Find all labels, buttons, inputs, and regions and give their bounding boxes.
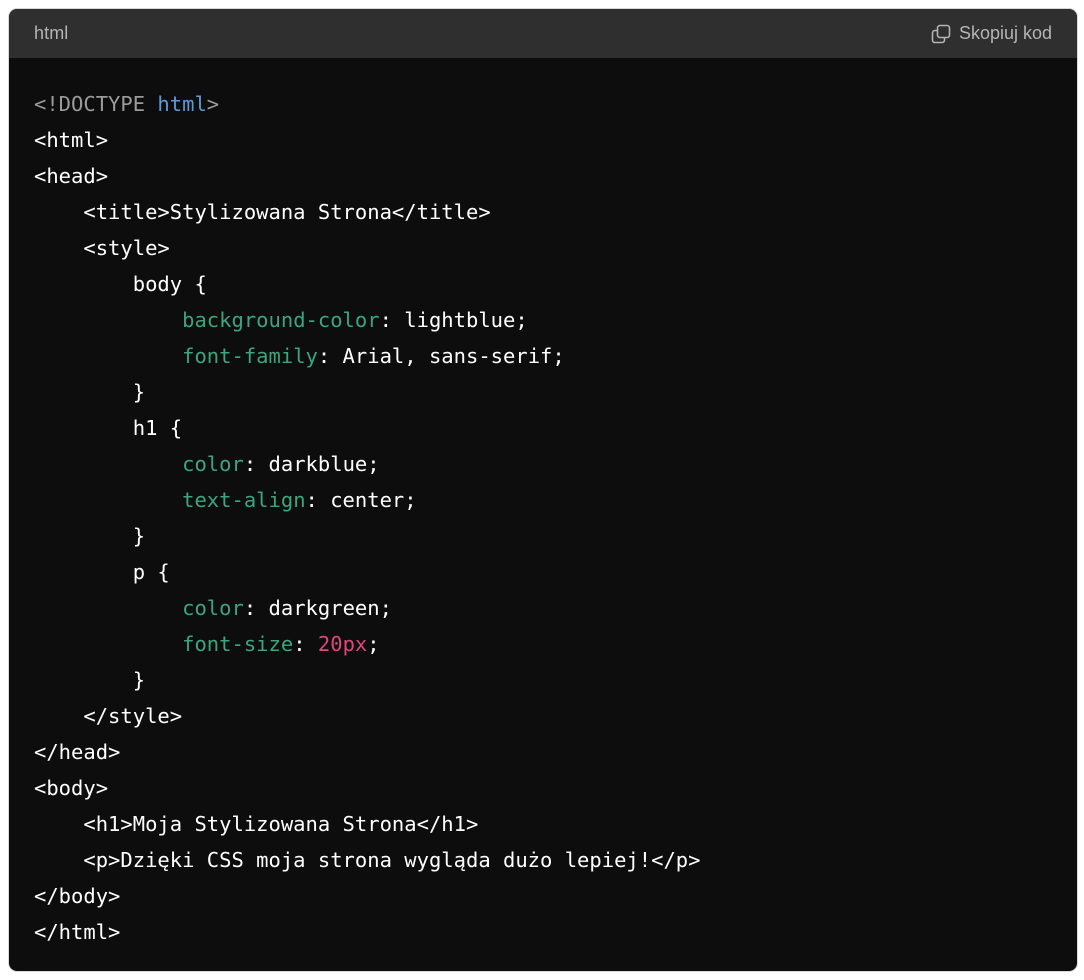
code-line: h1 { bbox=[34, 410, 1052, 446]
code-token-plain: ; bbox=[367, 632, 380, 656]
code-token-attr: color bbox=[182, 596, 244, 620]
code-line: body { bbox=[34, 266, 1052, 302]
code-token-plain: : darkblue; bbox=[243, 452, 380, 476]
code-token-plain: </html> bbox=[34, 920, 121, 944]
code-token-comment: <!DOCTYPE bbox=[34, 92, 158, 116]
code-line: background-color: lightblue; bbox=[34, 302, 1052, 338]
code-line: color: darkblue; bbox=[34, 446, 1052, 482]
code-token-plain: <h1>Moja Stylizowana Strona</h1> bbox=[34, 812, 479, 836]
code-body[interactable]: <!DOCTYPE html> <html> <head> <title>Styli… bbox=[9, 58, 1077, 950]
code-token-plain: <style> bbox=[34, 236, 170, 260]
code-line: <style> bbox=[34, 230, 1052, 266]
code-line: color: darkgreen; bbox=[34, 590, 1052, 626]
code-token-number: 20px bbox=[317, 632, 368, 656]
code-line: </body> bbox=[34, 878, 1052, 914]
code-token-plain: body { bbox=[34, 272, 207, 296]
code-line: <html> bbox=[34, 122, 1052, 158]
code-line: <!DOCTYPE html> bbox=[34, 86, 1052, 122]
code-line: } bbox=[34, 518, 1052, 554]
code-line: <h1>Moja Stylizowana Strona</h1> bbox=[34, 806, 1052, 842]
copy-code-label: Skopiuj kod bbox=[958, 23, 1052, 43]
code-token-plain: </head> bbox=[34, 740, 121, 764]
code-token-keyword: html bbox=[157, 92, 207, 116]
code-line: <body> bbox=[34, 770, 1052, 806]
code-token-attr: font-family bbox=[182, 344, 318, 368]
code-block: html Skopiuj kod <!DOCTYPE html> <html> <h… bbox=[9, 9, 1077, 971]
code-token-plain: <body> bbox=[34, 776, 109, 800]
code-token-plain: : Arial, sans-serif; bbox=[317, 344, 565, 368]
code-token-plain: </body> bbox=[34, 884, 121, 908]
code-token-attr: font-size bbox=[182, 632, 294, 656]
code-line: p { bbox=[34, 554, 1052, 590]
code-token-plain: </style> bbox=[34, 704, 183, 728]
code-token-plain: <p>Dzięki CSS moja strona wygląda dużo l… bbox=[34, 848, 701, 872]
language-label: html bbox=[34, 23, 69, 43]
code-token-attr: color bbox=[182, 452, 244, 476]
code-line: text-align: center; bbox=[34, 482, 1052, 518]
copy-code-button[interactable]: Skopiuj kod bbox=[931, 23, 1052, 44]
code-token-plain: <title>Stylizowana Strona</title> bbox=[34, 200, 491, 224]
code-token-plain: } bbox=[34, 380, 146, 404]
code-token-attr: background-color bbox=[182, 308, 380, 332]
code-line: </style> bbox=[34, 698, 1052, 734]
code-line: <title>Stylizowana Strona</title> bbox=[34, 194, 1052, 230]
code-token-plain: } bbox=[34, 524, 146, 548]
code-line: } bbox=[34, 374, 1052, 410]
code-header: html Skopiuj kod bbox=[9, 9, 1077, 58]
code-token-plain: : lightblue; bbox=[379, 308, 528, 332]
code-line: } bbox=[34, 662, 1052, 698]
code-token-comment: > bbox=[206, 92, 220, 116]
copy-icon bbox=[931, 24, 951, 44]
code-token-plain: : center; bbox=[305, 488, 417, 512]
code-token-plain: : bbox=[293, 632, 318, 656]
code-token-plain: p { bbox=[34, 560, 170, 584]
code-line: font-family: Arial, sans-serif; bbox=[34, 338, 1052, 374]
code-line: </head> bbox=[34, 734, 1052, 770]
code-token-plain: h1 { bbox=[34, 416, 183, 440]
code-token-plain: <html> bbox=[34, 128, 109, 152]
code-line: </html> bbox=[34, 914, 1052, 950]
code-line: font-size: 20px; bbox=[34, 626, 1052, 662]
code-token-plain: } bbox=[34, 668, 146, 692]
code-token-plain: : darkgreen; bbox=[243, 596, 392, 620]
code-token-plain: <head> bbox=[34, 164, 109, 188]
code-line: <head> bbox=[34, 158, 1052, 194]
code-line: <p>Dzięki CSS moja strona wygląda dużo l… bbox=[34, 842, 1052, 878]
code-token-attr: text-align bbox=[182, 488, 306, 512]
